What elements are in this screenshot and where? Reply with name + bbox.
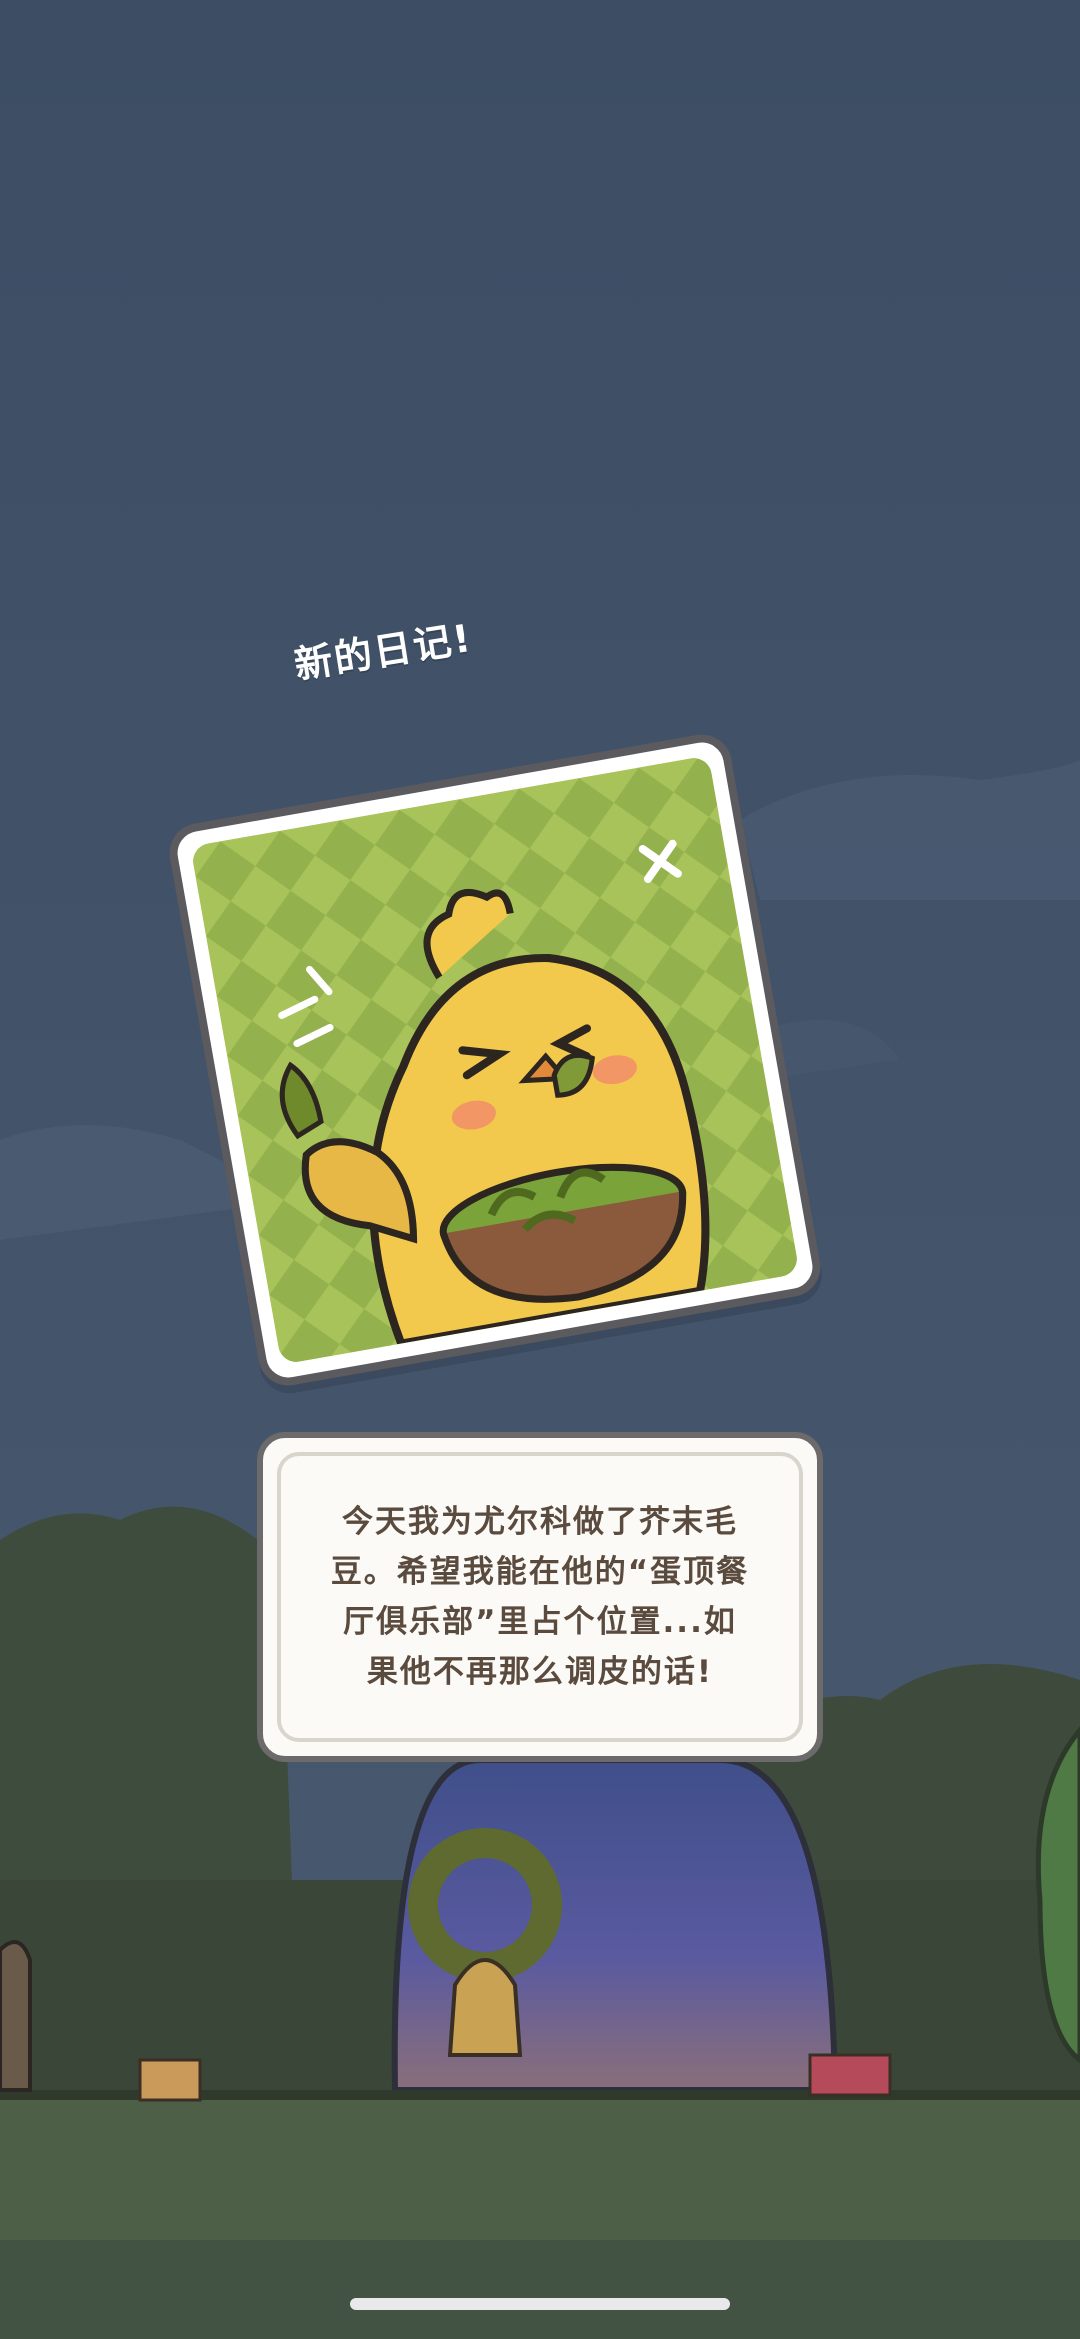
diary-card[interactable] — [164, 729, 826, 1391]
diary-card-image — [190, 755, 800, 1365]
diary-entry-text: 今天我为尤尔科做了芥末毛豆。希望我能在他的“蛋顶餐厅俱乐部”里占个位置...如果… — [330, 1504, 750, 1690]
gift-box-icon — [138, 2058, 202, 2102]
chick-eating-edamame-icon — [190, 755, 800, 1365]
gift-box-icon — [808, 2053, 892, 2097]
diary-text-box-inner: 今天我为尤尔科做了芥末毛豆。希望我能在他的“蛋顶餐厅俱乐部”里占个位置...如果… — [277, 1452, 803, 1742]
diary-text-box[interactable]: 今天我为尤尔科做了芥末毛豆。希望我能在他的“蛋顶餐厅俱乐部”里占个位置...如果… — [257, 1432, 823, 1762]
diary-card-frame — [164, 729, 826, 1391]
bell-icon — [447, 1958, 523, 2057]
home-indicator[interactable] — [350, 2298, 730, 2310]
character-icon — [0, 1940, 32, 2092]
game-scene: 新的日记! 今天我为尤尔科做了芥末毛豆。希望我能在他的“蛋顶餐厅俱乐部”里占个位… — [0, 0, 1080, 2339]
